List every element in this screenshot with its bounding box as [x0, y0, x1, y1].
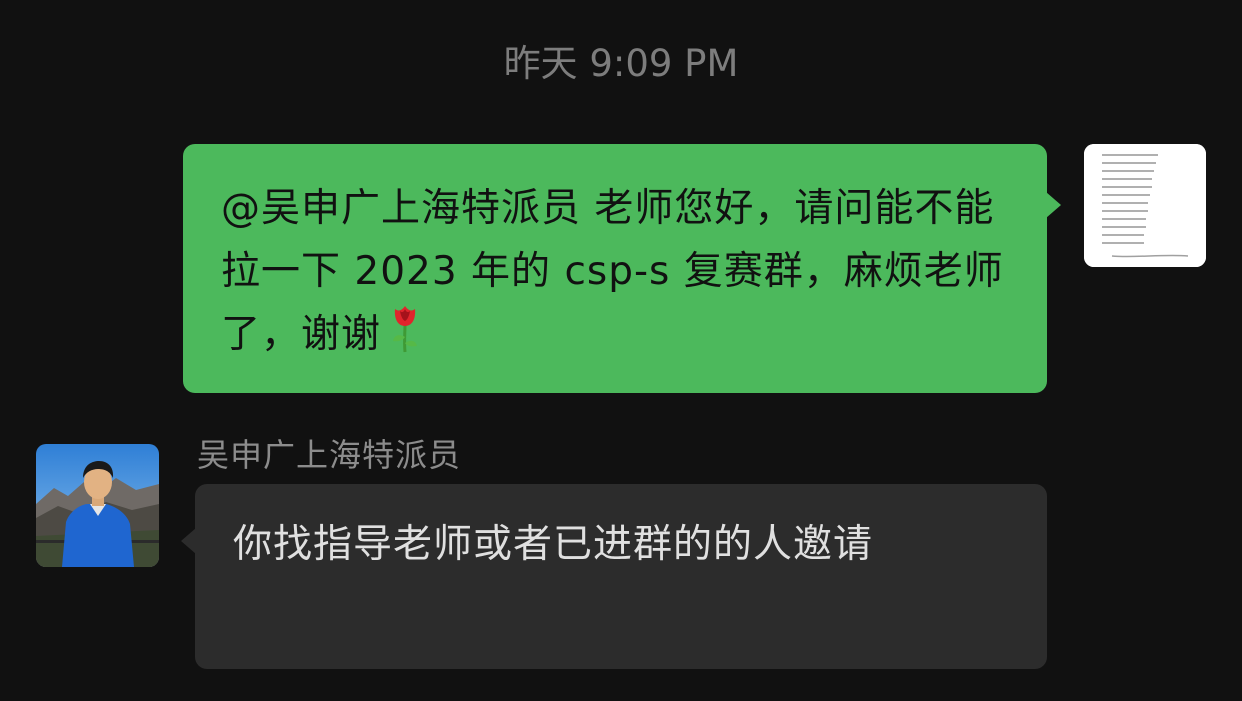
outgoing-message-text: @吴申广上海特派员 老师您好，请问能不能拉一下 2023 年的 csp-s 复赛…	[221, 186, 1004, 357]
document-thumbnail-icon	[1084, 144, 1206, 267]
incoming-bubble-tail	[181, 528, 196, 554]
outgoing-bubble-tail	[1046, 192, 1061, 218]
incoming-message-text: 你找指导老师或者已进群的的人邀请	[233, 522, 874, 567]
incoming-message-bubble[interactable]: 你找指导老师或者已进群的的人邀请	[181, 484, 1047, 669]
outgoing-message[interactable]: @吴申广上海特派员 老师您好，请问能不能拉一下 2023 年的 csp-s 复赛…	[183, 144, 1061, 393]
person-photo-avatar-icon	[36, 444, 159, 567]
rose-emoji-icon	[389, 303, 421, 372]
self-avatar[interactable]	[1084, 144, 1206, 267]
incoming-message[interactable]: 你找指导老师或者已进群的的人邀请	[181, 484, 1047, 669]
chat-timestamp: 昨天 9:09 PM	[503, 42, 739, 85]
sender-avatar[interactable]	[36, 444, 159, 567]
sender-name: 吴申广上海特派员	[197, 436, 462, 474]
outgoing-message-bubble[interactable]: @吴申广上海特派员 老师您好，请问能不能拉一下 2023 年的 csp-s 复赛…	[183, 144, 1061, 393]
